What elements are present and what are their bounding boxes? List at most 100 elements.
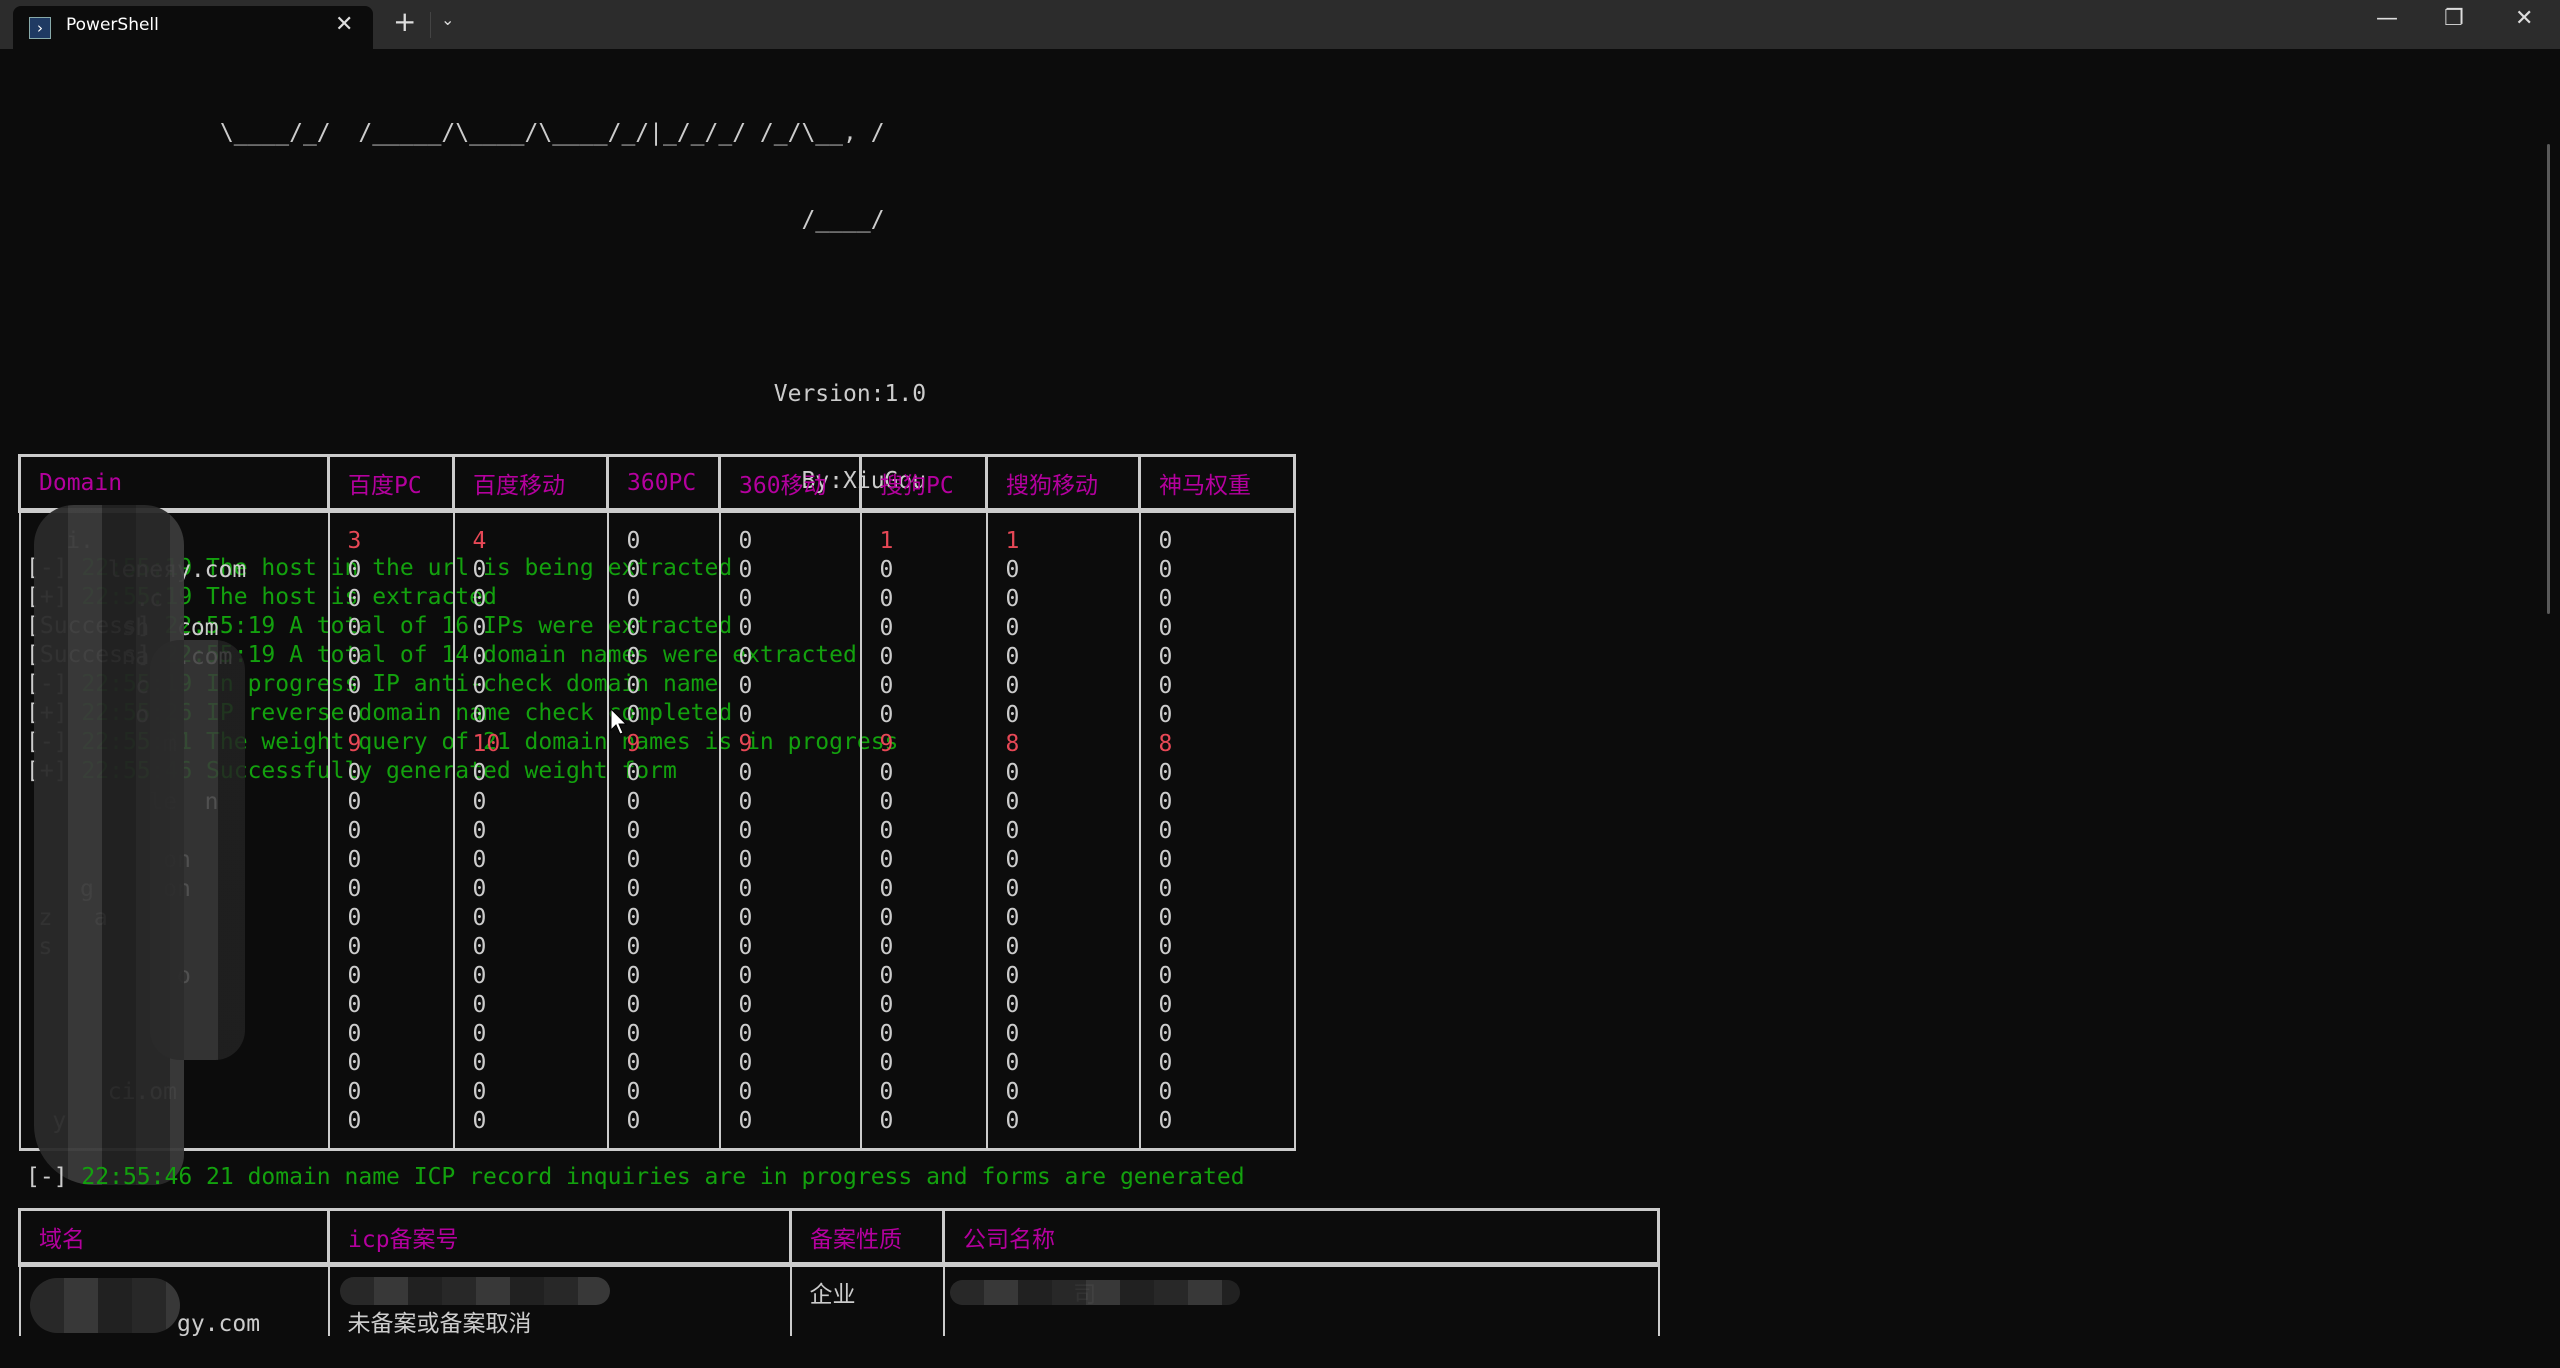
column-header: 备案性质 <box>789 1208 945 1267</box>
column-header: 360PC <box>606 454 721 513</box>
weight-cell: 0 <box>859 875 988 904</box>
weight-cell: 0 <box>606 672 721 701</box>
weight-cell: 0 <box>606 1078 721 1107</box>
table-row: leneяy.com0000000 <box>18 556 1296 585</box>
weight-cell: 9 <box>327 730 455 759</box>
column-header: Domain <box>18 454 330 513</box>
weight-cell: 0 <box>859 1020 988 1049</box>
weight-cell: 0 <box>327 962 455 991</box>
weight-cell: 0 <box>1138 643 1296 672</box>
new-tab-button[interactable]: + <box>393 5 416 38</box>
weight-cell: 0 <box>606 962 721 991</box>
weight-cell: 0 <box>452 585 609 614</box>
table-row: 企业 司 <box>18 1264 1660 1310</box>
weight-cell: 0 <box>606 991 721 1020</box>
weight-cell: 0 <box>985 759 1141 788</box>
weight-cell: 0 <box>606 510 721 556</box>
weight-cell: 0 <box>718 904 862 933</box>
weight-cell: 0 <box>1138 672 1296 701</box>
column-header: 百度移动 <box>452 454 609 513</box>
weight-cell: 0 <box>718 701 862 730</box>
weight-cell: 0 <box>859 1049 988 1078</box>
weight-cell: 0 <box>718 1107 862 1151</box>
weight-cell: 0 <box>985 991 1141 1020</box>
column-header: icp备案号 <box>327 1208 792 1267</box>
weight-cell: 0 <box>327 1078 455 1107</box>
weight-cell: 0 <box>1138 962 1296 991</box>
column-header: 360移动 <box>718 454 862 513</box>
weight-cell: 0 <box>859 643 988 672</box>
weight-cell: 0 <box>985 904 1141 933</box>
weight-cell: 0 <box>718 846 862 875</box>
version-text: Version:1.0 <box>773 381 927 407</box>
weight-cell: 0 <box>718 788 862 817</box>
weight-cell: 0 <box>327 585 455 614</box>
weight-cell: 0 <box>452 991 609 1020</box>
weight-cell: 0 <box>859 672 988 701</box>
icp-table: 域名icp备案号备案性质公司名称 企业 司 gy.com未备案或备案取消 <box>18 1208 1660 1339</box>
redaction-overlay <box>340 1277 610 1305</box>
icp-log-line: [-] 22:55:46 21 domain name ICP record i… <box>26 1163 1245 1192</box>
weight-cell: 0 <box>606 875 721 904</box>
weight-cell: 0 <box>718 875 862 904</box>
weight-cell: 0 <box>1138 933 1296 962</box>
weight-cell: 0 <box>606 759 721 788</box>
weight-cell: 0 <box>859 817 988 846</box>
weight-cell: 0 <box>718 1078 862 1107</box>
log-tag: [-] <box>26 1164 68 1190</box>
weight-cell: 0 <box>327 556 455 585</box>
column-header: 搜狗移动 <box>985 454 1141 513</box>
column-header: 百度PC <box>327 454 455 513</box>
tab-title: PowerShell <box>66 15 159 35</box>
weight-cell: 0 <box>452 614 609 643</box>
weight-cell: 0 <box>606 933 721 962</box>
weight-cell: 0 <box>859 614 988 643</box>
weight-cell: 0 <box>327 1049 455 1078</box>
weight-cell: 0 <box>859 788 988 817</box>
weight-cell: 0 <box>1138 875 1296 904</box>
weight-cell: 0 <box>452 1078 609 1107</box>
weight-cell: 0 <box>859 759 988 788</box>
weight-cell: 0 <box>327 904 455 933</box>
weight-cell: 0 <box>606 846 721 875</box>
weight-cell: 0 <box>985 614 1141 643</box>
nature-cell <box>789 1310 945 1339</box>
weight-cell: 0 <box>859 585 988 614</box>
column-header: 公司名称 <box>942 1208 1660 1267</box>
weight-cell: 0 <box>718 614 862 643</box>
weight-cell: 0 <box>985 1020 1141 1049</box>
banner-line: /____/ <box>801 207 885 233</box>
scrollbar[interactable] <box>2547 144 2550 614</box>
weight-cell: 0 <box>859 991 988 1020</box>
weight-cell: 0 <box>327 759 455 788</box>
weight-cell: 0 <box>1138 991 1296 1020</box>
weight-cell: 8 <box>1138 730 1296 759</box>
weight-cell: 0 <box>718 1049 862 1078</box>
column-header: 神马权重 <box>1138 454 1296 513</box>
weight-cell: 4 <box>452 510 609 556</box>
weight-cell: 0 <box>1138 1107 1296 1151</box>
tab-powershell[interactable]: › PowerShell ✕ <box>13 6 373 49</box>
weight-cell: 0 <box>327 991 455 1020</box>
weight-cell: 0 <box>1138 701 1296 730</box>
weight-cell: 0 <box>452 1049 609 1078</box>
close-window-button[interactable]: ✕ <box>2515 6 2533 31</box>
weight-cell: 0 <box>452 1107 609 1151</box>
table-row: ci.om0000000 <box>18 1078 1296 1107</box>
chevron-down-icon[interactable]: ⌄ <box>441 10 454 29</box>
minimize-button[interactable]: — <box>2376 6 2398 31</box>
icp-cell: 未备案或备案取消 <box>327 1310 792 1339</box>
maximize-button[interactable]: ❐ <box>2444 6 2464 31</box>
column-header: 搜狗PC <box>859 454 988 513</box>
mouse-cursor-icon <box>610 708 628 735</box>
tab-close-icon[interactable]: ✕ <box>335 12 353 37</box>
weight-cell: 0 <box>718 759 862 788</box>
weight-cell: 0 <box>1138 1078 1296 1107</box>
weight-cell: 0 <box>985 817 1141 846</box>
weight-cell: 0 <box>859 556 988 585</box>
weight-cell: 0 <box>985 962 1141 991</box>
weight-cell: 0 <box>985 643 1141 672</box>
weight-cell: 0 <box>718 817 862 846</box>
weight-cell: 0 <box>985 1078 1141 1107</box>
redaction-overlay <box>150 640 245 1060</box>
